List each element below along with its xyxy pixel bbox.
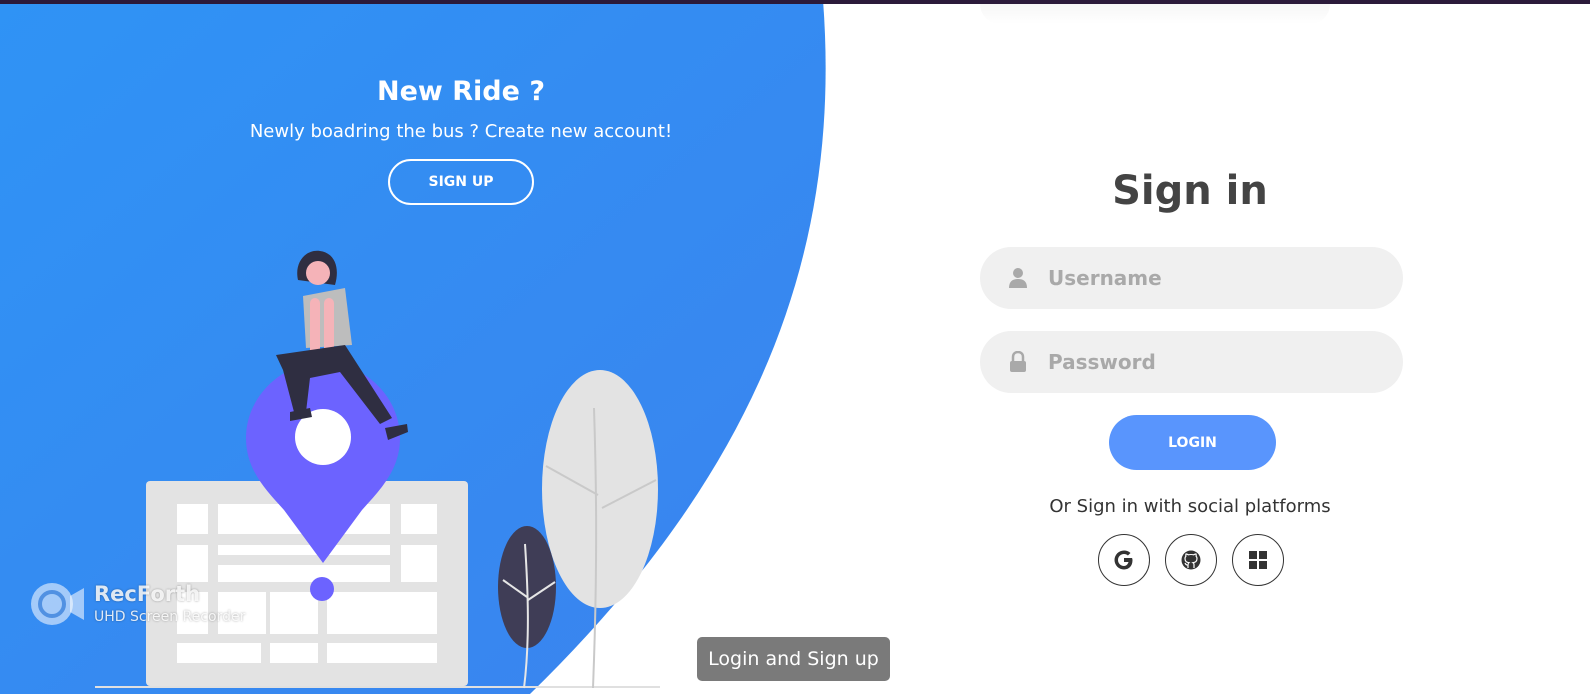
recorder-watermark: RecForth UHD Screen Recorder: [28, 580, 268, 630]
tooltip: Login and Sign up: [697, 637, 890, 681]
username-field[interactable]: [980, 247, 1403, 309]
github-signin-button[interactable]: [1165, 534, 1217, 586]
password-field[interactable]: [980, 331, 1403, 393]
username-input[interactable]: [1048, 247, 1379, 309]
login-signup-page: New Ride ? Newly boadring the bus ? Crea…: [0, 0, 1590, 694]
signup-panel-title: New Ride ?: [377, 76, 545, 107]
social-buttons: [1098, 534, 1288, 586]
lock-icon: [1008, 351, 1028, 373]
google-icon: [1114, 550, 1133, 570]
signup-panel-subtitle: Newly boadring the bus ? Create new acco…: [249, 121, 673, 142]
user-icon: [1008, 267, 1028, 289]
signin-form: Sign in LOGIN Or Sign in with social pla…: [940, 0, 1440, 694]
camera-icon: [31, 583, 84, 625]
login-button[interactable]: LOGIN: [1109, 415, 1276, 470]
watermark-name: RecForth: [94, 582, 201, 606]
windows-signin-button[interactable]: [1232, 534, 1284, 586]
password-input[interactable]: [1048, 331, 1379, 393]
watermark-tagline: UHD Screen Recorder: [94, 609, 246, 625]
windows-icon: [1249, 551, 1267, 569]
window-top-bar: [0, 0, 1590, 4]
google-signin-button[interactable]: [1098, 534, 1150, 586]
github-icon: [1181, 550, 1201, 570]
signin-title: Sign in: [1112, 168, 1268, 214]
social-signin-text: Or Sign in with social platforms: [1049, 496, 1331, 517]
sign-up-button[interactable]: SIGN UP: [388, 159, 534, 205]
